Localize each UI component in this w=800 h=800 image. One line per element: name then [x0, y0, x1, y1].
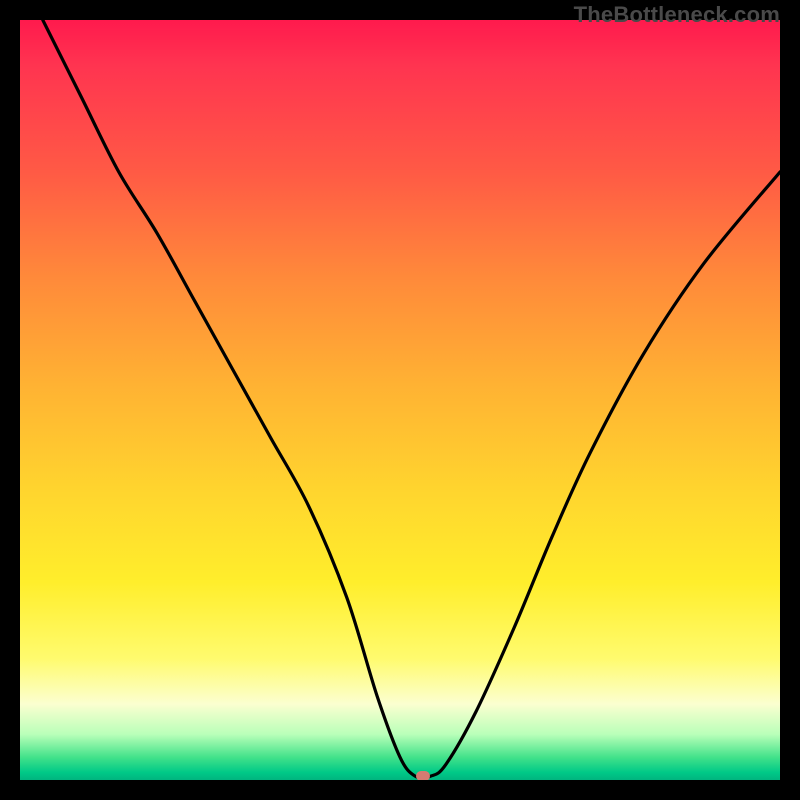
optimal-point-marker [416, 771, 430, 780]
watermark-text: TheBottleneck.com [574, 2, 780, 28]
bottleneck-curve [20, 20, 780, 780]
chart-frame: TheBottleneck.com [0, 0, 800, 800]
plot-area [20, 20, 780, 780]
